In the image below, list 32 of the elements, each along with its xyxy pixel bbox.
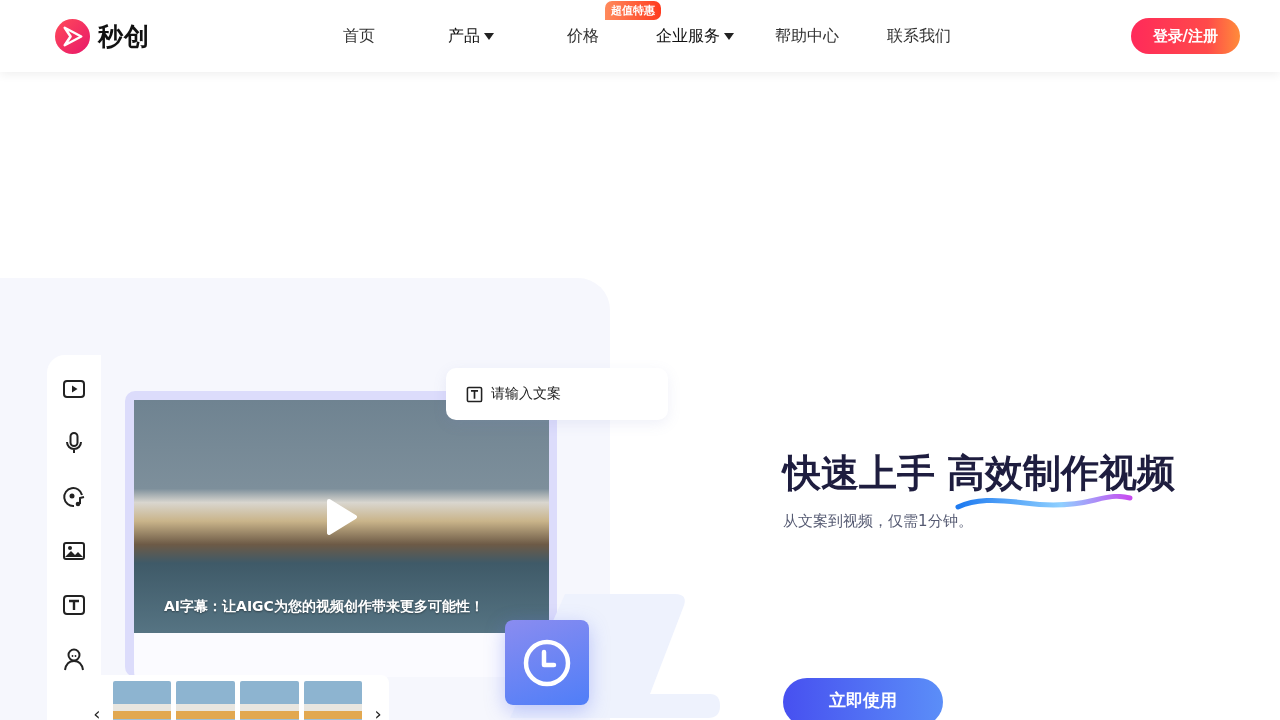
clock-tile[interactable] bbox=[505, 620, 589, 705]
caret-icon bbox=[484, 32, 494, 40]
thumbnail-placeholder[interactable] bbox=[303, 681, 363, 720]
subtitle-caption: AI字幕：让AIGC为您的视频创作带来更多可能性！ bbox=[164, 598, 484, 616]
hero-subtitle: 从文案到视频，仅需1分钟。 bbox=[783, 512, 973, 531]
logo-text[interactable]: 秒创 bbox=[98, 19, 150, 53]
person-icon[interactable] bbox=[62, 647, 86, 671]
next-arrow[interactable]: › bbox=[367, 703, 389, 720]
nav-link[interactable]: 企业服务 bbox=[656, 25, 720, 47]
nav-link[interactable]: 价格 bbox=[567, 25, 599, 47]
nav-link[interactable]: 帮助中心 bbox=[775, 25, 839, 47]
start-button[interactable]: 立即使用 bbox=[783, 678, 943, 720]
nav-link[interactable]: 产品 bbox=[448, 25, 480, 47]
hero-title: 快速上手 bbox=[783, 450, 935, 497]
caret-icon bbox=[724, 32, 734, 40]
thumbnail-placeholder[interactable] bbox=[176, 681, 235, 720]
logo-icon[interactable] bbox=[55, 18, 90, 54]
text-input-field[interactable]: 请输入文案 bbox=[446, 368, 668, 420]
video-play-icon[interactable] bbox=[62, 377, 86, 401]
text-icon[interactable] bbox=[62, 593, 86, 617]
image-icon[interactable] bbox=[62, 539, 86, 563]
text-icon bbox=[466, 385, 483, 403]
music-disc-icon[interactable] bbox=[62, 485, 86, 509]
nav-link[interactable]: 联系我们 bbox=[887, 25, 951, 47]
thumbnail-placeholder[interactable] bbox=[240, 681, 299, 720]
clock-icon bbox=[522, 637, 572, 688]
hero-title: 高效制作视频 bbox=[947, 450, 1175, 497]
play-icon[interactable] bbox=[326, 498, 358, 536]
thumbnail-placeholder[interactable] bbox=[112, 681, 172, 720]
promo-badge: 超值特惠 bbox=[605, 0, 661, 20]
nav-link[interactable]: 首页 bbox=[343, 25, 375, 47]
previous-arrow[interactable]: ‹ bbox=[86, 703, 108, 720]
